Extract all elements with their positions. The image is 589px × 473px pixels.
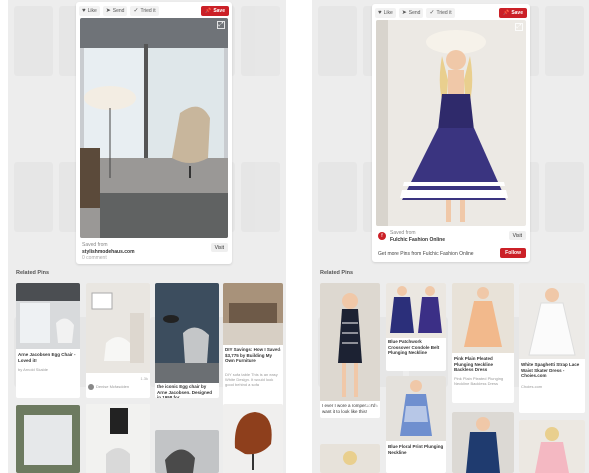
send-button[interactable]: ➤ Send <box>102 5 128 16</box>
saved-from: Saved from stylishmodehaus.com <box>82 242 135 255</box>
pin-thumbnail <box>320 444 380 473</box>
pin-thumbnail <box>155 430 219 473</box>
pin-toolbar: ♥ Like ➤ Send ✓ Tried it 📌 Save <box>375 7 527 18</box>
pin-thumbnail <box>16 405 80 473</box>
fashion-photo <box>376 20 526 226</box>
related-pin[interactable]: the iconic Egg chair by Arne Jacobsen. D… <box>155 283 219 398</box>
pin-closeup-card: ♥ Like ➤ Send ✓ Tried it 📌 Save ⤢ <box>372 4 530 262</box>
source-link[interactable]: Fulchic Fashion Online <box>390 237 445 243</box>
check-icon: ✓ <box>429 9 435 16</box>
expand-icon[interactable]: ⤢ <box>515 23 523 31</box>
more-pins-text[interactable]: Get more Pins from Fulchic Fashion Onlin… <box>378 251 474 257</box>
save-button[interactable]: 📌 Save <box>499 7 527 18</box>
related-pin[interactable]: DIY Savings: How I Saved $3,775 by Build… <box>223 283 283 413</box>
pin-icon: 📌 <box>503 9 510 16</box>
left-pin-panel: ♥ Like ➤ Send ✓ Tried it 📌 Save ⤢ Saved … <box>8 0 286 473</box>
related-pin[interactable]: Pink Plain Pleated Plunging Neckline Bac… <box>452 283 514 403</box>
like-button[interactable]: ♥ Like <box>79 5 100 16</box>
related-pin[interactable] <box>16 405 80 473</box>
comment-count[interactable]: 0 comment <box>82 255 107 261</box>
pin-thumbnail <box>223 283 283 345</box>
related-pin[interactable] <box>155 430 219 473</box>
pin-thumbnail <box>320 283 380 401</box>
related-pin[interactable]: White Spaghetti Strap Lace Waist Skater … <box>519 283 585 413</box>
pin-thumbnail <box>519 420 585 473</box>
related-pin[interactable]: I ever I wore a romper... I'd want it to… <box>320 283 380 418</box>
pin-main-image[interactable]: ⤢ <box>376 20 526 226</box>
pin-thumbnail <box>386 376 446 441</box>
avatar[interactable] <box>88 384 94 390</box>
visit-button[interactable]: Visit <box>508 231 526 240</box>
heart-icon: ♥ <box>378 9 382 16</box>
pin-thumbnail <box>452 412 514 473</box>
like-button[interactable]: ♥ Like <box>375 7 396 18</box>
pin-thumbnail <box>452 283 514 353</box>
pin-thumbnail <box>386 283 446 338</box>
check-icon: ✓ <box>133 7 139 14</box>
interior-photo <box>80 18 228 238</box>
source-link[interactable]: stylishmodehaus.com <box>82 249 135 255</box>
follow-button[interactable]: Follow <box>500 248 526 258</box>
saved-from: Saved from Fulchic Fashion Online <box>390 230 446 243</box>
expand-icon[interactable]: ⤢ <box>217 21 225 29</box>
right-pin-panel: ♥ Like ➤ Send ✓ Tried it 📌 Save ⤢ f Save… <box>312 0 589 473</box>
related-pin[interactable] <box>320 444 380 473</box>
heart-icon: ♥ <box>82 7 86 14</box>
save-button[interactable]: 📌 Save <box>201 5 229 16</box>
pin-thumbnail <box>86 283 150 373</box>
related-pin[interactable] <box>223 404 283 473</box>
pin-icon: 📌 <box>205 7 212 14</box>
send-button[interactable]: ➤ Send <box>398 7 424 18</box>
related-pins-title: Related Pins <box>16 270 50 276</box>
related-pin[interactable] <box>452 412 514 473</box>
pin-thumbnail <box>223 404 283 473</box>
related-pin[interactable] <box>519 420 585 473</box>
source-avatar-icon[interactable]: f <box>378 232 386 240</box>
send-icon: ➤ <box>401 9 407 16</box>
related-pin[interactable]: Arne Jacobsen Egg Chair - Loved it! by A… <box>16 283 80 398</box>
related-pins-title: Related Pins <box>320 270 354 276</box>
related-pin[interactable]: Denise Mcfasdden 1.3k <box>86 283 150 398</box>
related-pin[interactable]: Blue Floral Print Plunging Neckline <box>386 376 446 473</box>
pin-thumbnail <box>16 283 80 349</box>
tried-it-button[interactable]: ✓ Tried it <box>130 5 159 16</box>
pin-main-image[interactable]: ⤢ <box>80 18 228 238</box>
pin-closeup-card: ♥ Like ➤ Send ✓ Tried it 📌 Save ⤢ <box>76 2 232 264</box>
pin-thumbnail <box>155 283 219 383</box>
send-icon: ➤ <box>105 7 111 14</box>
pin-thumbnail <box>86 404 150 473</box>
related-pin[interactable]: Blue Patchwork Crossover Condole Belt Pl… <box>386 283 446 371</box>
tried-it-button[interactable]: ✓ Tried it <box>426 7 455 18</box>
related-pin[interactable] <box>86 404 150 473</box>
pin-toolbar: ♥ Like ➤ Send ✓ Tried it 📌 Save <box>79 5 229 16</box>
visit-button[interactable]: Visit <box>210 243 228 252</box>
pin-thumbnail <box>519 283 585 359</box>
